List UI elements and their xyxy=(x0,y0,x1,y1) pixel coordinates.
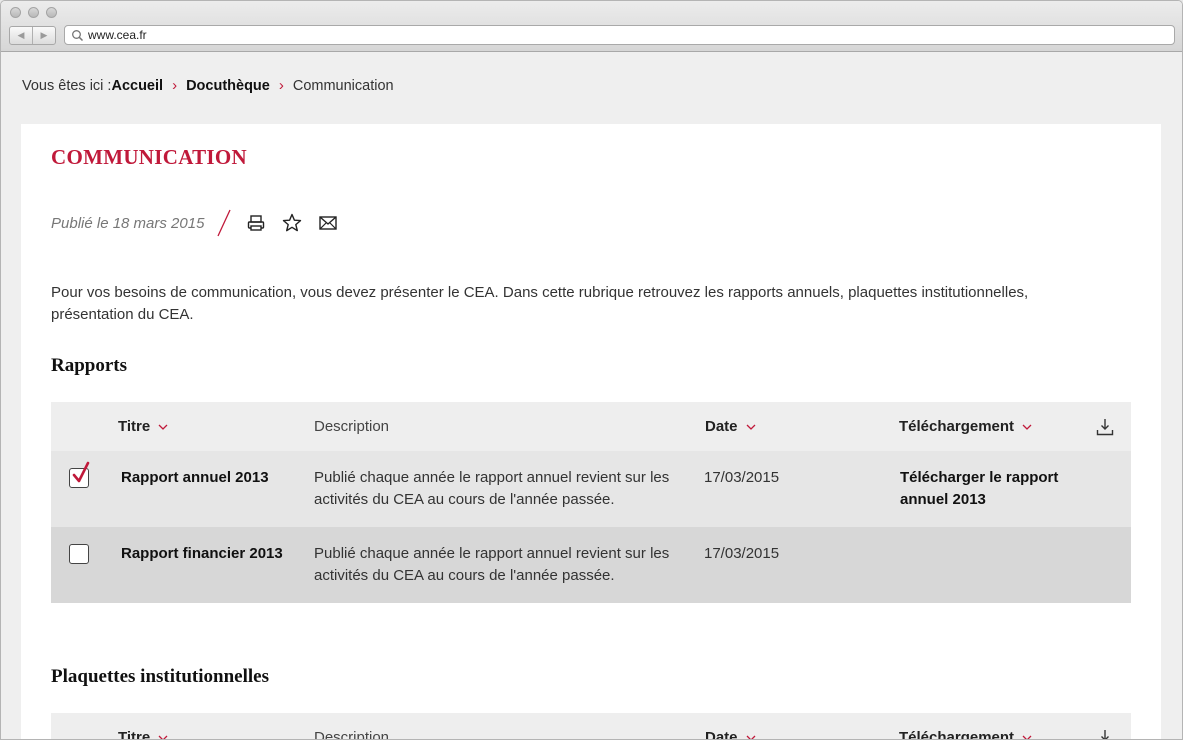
table-header: Titre Description Date Téléchargement xyxy=(51,402,1131,451)
chevron-down-icon xyxy=(746,424,755,430)
content-card: COMMUNICATION Publié le 18 mars 2015 Pou… xyxy=(21,124,1161,740)
back-button[interactable]: ◀ xyxy=(10,27,33,44)
column-download-header[interactable]: Téléchargement xyxy=(899,713,1032,740)
chevron-down-icon xyxy=(1022,735,1032,739)
window-controls xyxy=(10,7,57,18)
table-header: Titre Description Date Téléchargement xyxy=(51,713,1131,740)
row-date: 17/03/2015 xyxy=(704,545,780,562)
minimize-window-button[interactable] xyxy=(28,7,39,18)
page-meta: Publié le 18 mars 2015 xyxy=(51,208,354,238)
history-nav: ◀ ▶ xyxy=(9,26,56,45)
search-icon xyxy=(72,29,84,41)
checkmark-icon xyxy=(72,461,90,483)
chevron-down-icon xyxy=(1022,424,1032,430)
breadcrumb: Vous êtes ici : Accueil › Docuthèque › C… xyxy=(22,77,394,94)
address-bar[interactable]: www.cea.fr xyxy=(64,25,1175,45)
browser-chrome: ◀ ▶ www.cea.fr xyxy=(1,1,1182,52)
row-checkbox-checked[interactable] xyxy=(69,461,90,488)
column-title-label: Titre xyxy=(118,418,151,435)
column-title-header[interactable]: Titre xyxy=(118,402,168,451)
chevron-down-icon xyxy=(158,424,168,430)
breadcrumb-docutheque-link[interactable]: Docuthèque xyxy=(186,78,270,94)
breadcrumb-separator: › xyxy=(172,77,178,94)
print-icon[interactable] xyxy=(246,213,266,233)
breadcrumb-current: Communication xyxy=(292,77,394,94)
column-download-label: Téléchargement xyxy=(899,729,1015,740)
row-title: Rapport financier 2013 xyxy=(121,545,283,562)
column-date-header[interactable]: Date xyxy=(705,402,756,451)
row-description: Publié chaque année le rapport annuel re… xyxy=(314,545,670,584)
page-title: COMMUNICATION xyxy=(51,145,247,169)
browser-window: ◀ ▶ www.cea.fr Vous êtes ici : Accueil ›… xyxy=(0,0,1183,740)
download-icon[interactable] xyxy=(1096,729,1114,740)
published-date: Publié le 18 mars 2015 xyxy=(51,214,205,232)
mail-icon[interactable] xyxy=(318,213,338,233)
column-date-label: Date xyxy=(705,418,738,435)
column-title-header[interactable]: Titre xyxy=(118,713,168,740)
row-date: 17/03/2015 xyxy=(704,469,780,486)
breadcrumb-prefix: Vous êtes ici : xyxy=(22,77,112,94)
column-description-header: Description xyxy=(314,713,390,740)
breadcrumb-separator: › xyxy=(278,77,284,94)
forward-button[interactable]: ▶ xyxy=(33,27,55,44)
section-title-plaquettes: Plaquettes institutionnelles xyxy=(51,666,269,687)
column-download-header[interactable]: Téléchargement xyxy=(899,402,1032,451)
zoom-window-button[interactable] xyxy=(46,7,57,18)
column-download-label: Téléchargement xyxy=(899,418,1015,435)
intro-text: Pour vos besoins de communication, vous … xyxy=(51,284,1029,323)
chevron-down-icon xyxy=(746,735,755,739)
table-row: Rapport annuel 2013 Publié chaque année … xyxy=(51,451,1131,527)
chevron-down-icon xyxy=(158,735,168,739)
plaquettes-table: Titre Description Date Téléchargement xyxy=(51,713,1131,740)
column-description-label: Description xyxy=(314,418,390,435)
row-title: Rapport annuel 2013 xyxy=(121,469,269,486)
section-title-rapports: Rapports xyxy=(51,355,128,376)
close-window-button[interactable] xyxy=(10,7,21,18)
column-description-label: Description xyxy=(314,729,390,740)
divider-slash xyxy=(217,209,232,237)
breadcrumb-home-link[interactable]: Accueil xyxy=(111,78,163,94)
column-description-header: Description xyxy=(314,402,389,451)
table-row: Rapport financier 2013 Publié chaque ann… xyxy=(51,527,1131,603)
url-text: www.cea.fr xyxy=(88,28,147,42)
column-date-header[interactable]: Date xyxy=(705,713,756,740)
download-link[interactable]: Télécharger le rapport annuel 2013 xyxy=(900,467,1080,511)
download-icon[interactable] xyxy=(1096,418,1114,436)
row-description: Publié chaque année le rapport annuel re… xyxy=(314,469,670,508)
row-checkbox[interactable] xyxy=(69,544,89,564)
rapports-table: Titre Description Date Téléchargement Ra… xyxy=(51,402,1131,603)
column-title-label: Titre xyxy=(118,729,151,740)
star-icon[interactable] xyxy=(282,213,302,233)
column-date-label: Date xyxy=(705,729,738,740)
